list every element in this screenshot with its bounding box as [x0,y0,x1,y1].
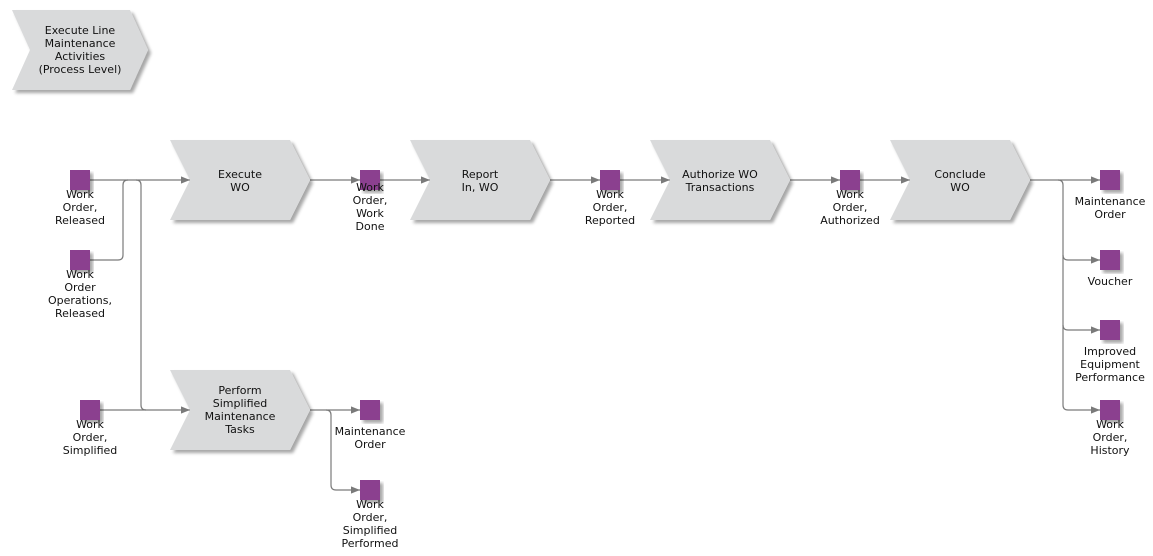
object-work-order-released[interactable] [70,170,90,190]
object-voucher[interactable] [1100,250,1120,270]
object-label-work-order-work-done: Work Order, Work Done [352,181,388,233]
function-label-report-in-wo: Report In, WO [461,168,499,194]
object-label-work-order-released: Work Order, Released [55,188,105,227]
object-label-work-order-operations-released: Work Order Operations, Released [48,268,112,320]
object-work-order-reported[interactable] [600,170,620,190]
object-label-work-order-history: Work Order, History [1090,418,1130,457]
object-label-maintenance-order: Maintenance Order [1074,195,1146,221]
process-header-label: Execute Line Maintenance Activities (Pro… [38,24,122,76]
function-label-perform-simplified-maintenance-tasks: Perform Simplified Maintenance Tasks [204,384,276,436]
object-work-order-simplified-performed[interactable] [360,480,380,500]
object-label-improved-equipment-performance: Improved Equipment Performance [1075,345,1145,384]
object-improved-equipment-performance[interactable] [1100,320,1120,340]
object-label-voucher: Voucher [1087,275,1133,288]
edge-f4-o9 [1062,255,1100,334]
object-work-order-operations-released[interactable] [70,250,90,270]
object-label-work-order-simplified: Work Order, Simplified [62,418,118,457]
object-maintenance-order-simplified[interactable] [360,400,380,420]
process-diagram [12,10,1120,500]
object-maintenance-order[interactable] [1100,170,1120,190]
object-work-order-simplified[interactable] [80,400,100,420]
function-label-conclude-wo: Conclude WO [934,168,986,194]
object-label-work-order-authorized: Work Order, Authorized [820,188,880,227]
object-label-maintenance-order-simplified: Maintenance Order [334,425,406,451]
object-work-order-authorized[interactable] [840,170,860,190]
function-label-execute-wo: Execute WO [218,168,262,194]
object-label-work-order-simplified-performed: Work Order, Simplified Performed [341,498,399,550]
function-label-authorize-wo-transactions: Authorize WO Transactions [682,168,758,194]
object-label-work-order-reported: Work Order, Reported [584,188,636,227]
object-work-order-history[interactable] [1100,400,1120,420]
